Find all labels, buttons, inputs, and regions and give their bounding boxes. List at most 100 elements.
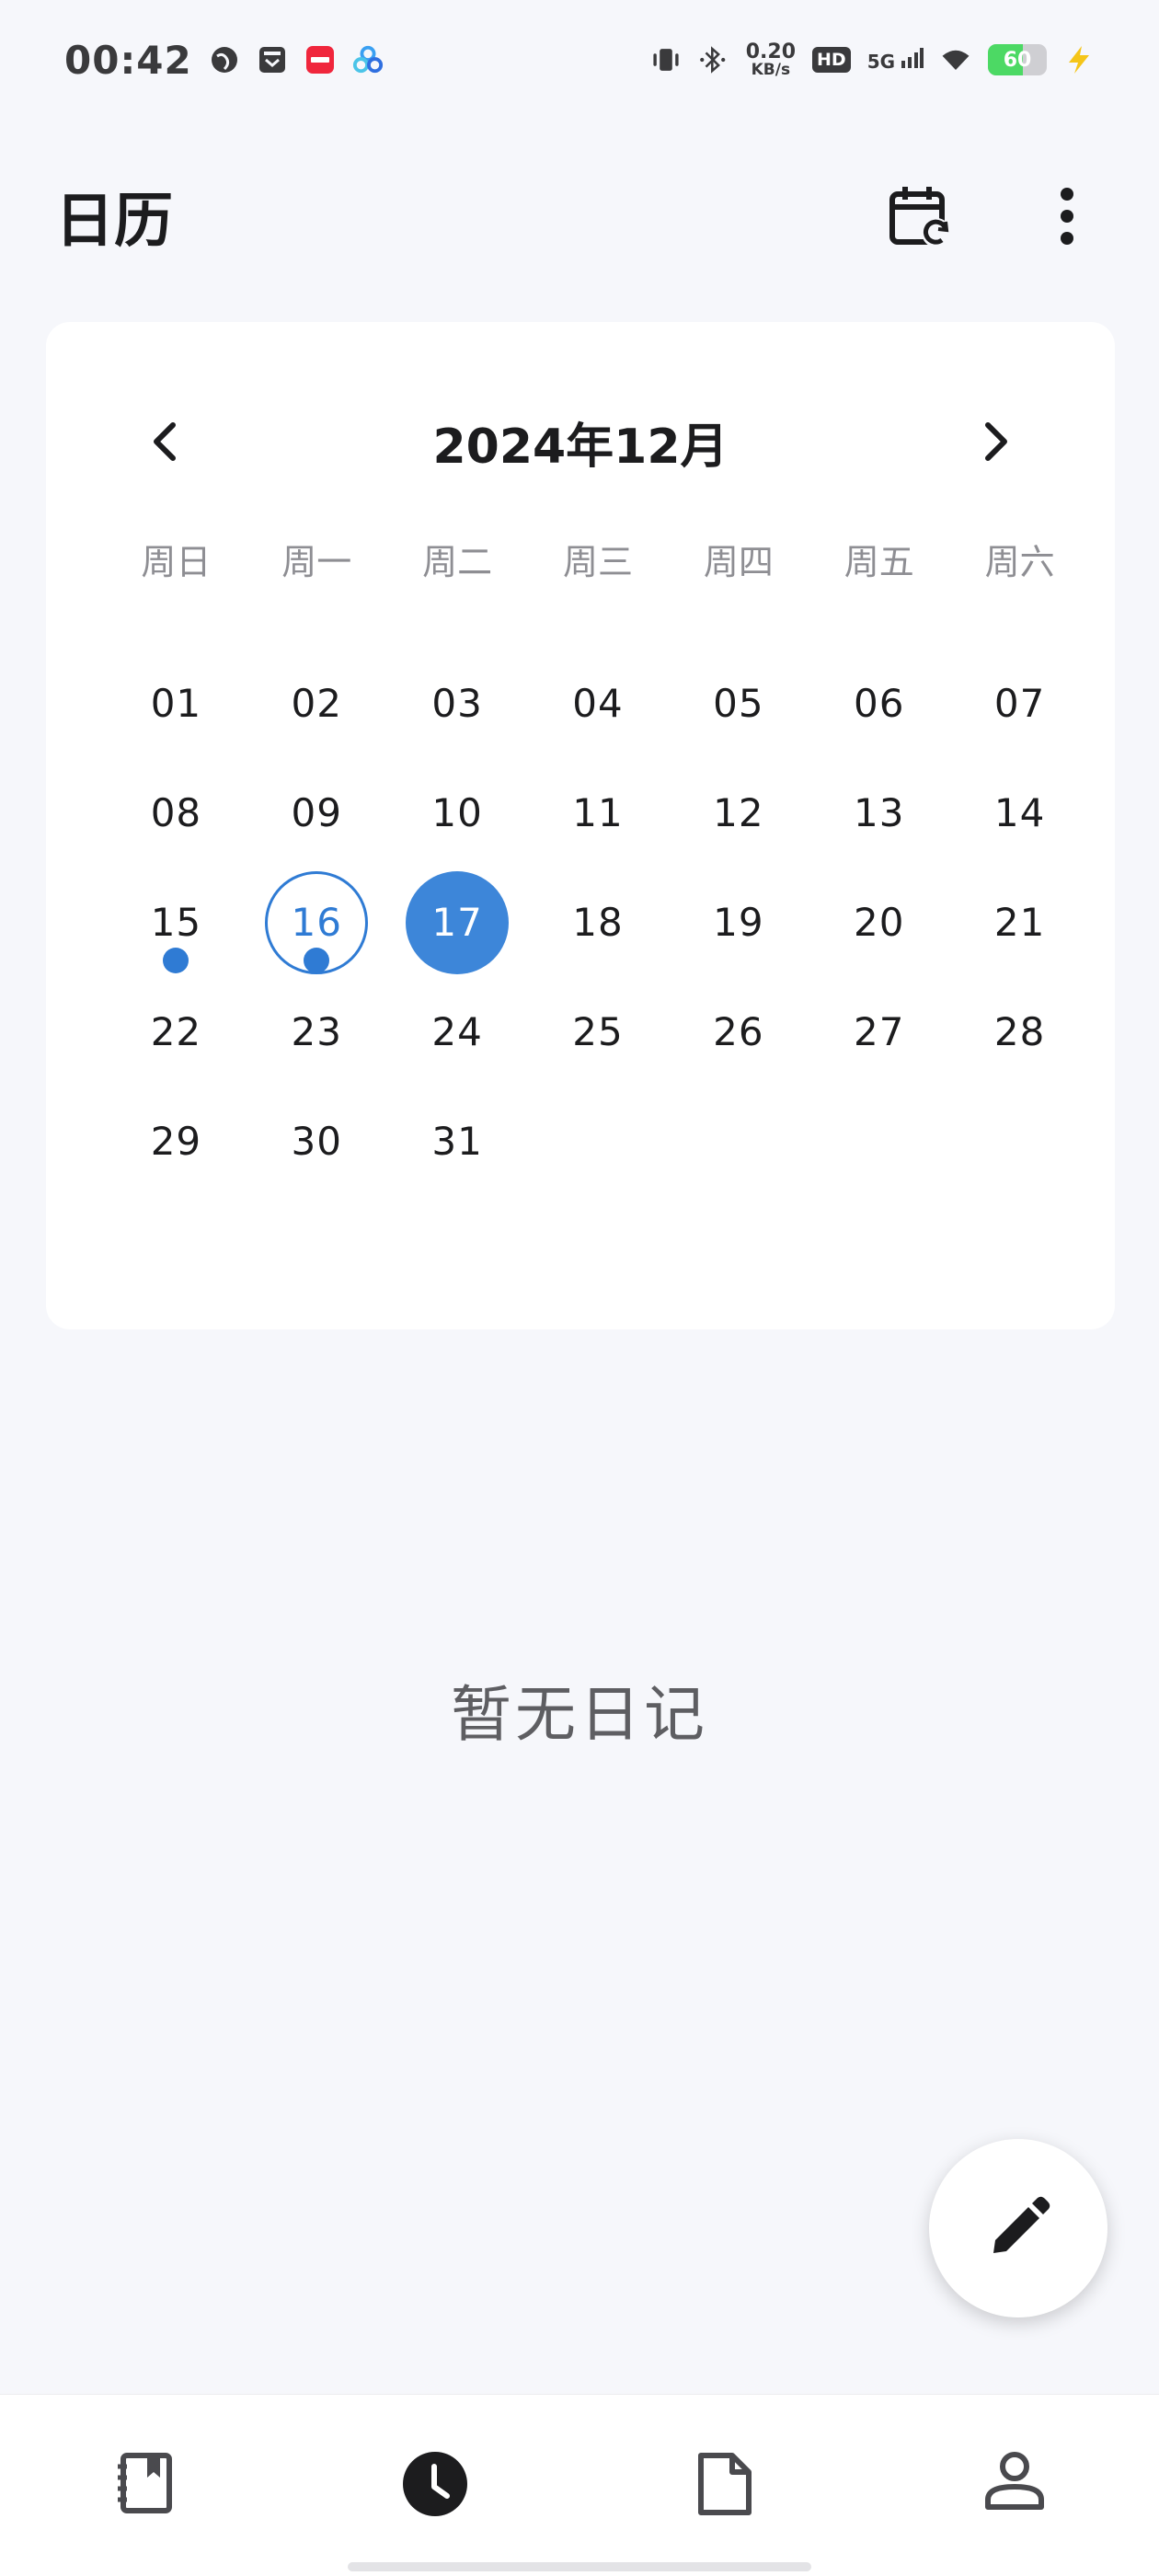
day-cell[interactable]: 11 — [528, 758, 669, 868]
day-cell[interactable]: 09 — [247, 758, 387, 868]
day-cell[interactable]: 20 — [809, 868, 949, 977]
day-number: 16 — [291, 900, 342, 945]
month-label[interactable]: 2024年12月 — [432, 408, 728, 477]
app-notification-icon — [304, 44, 336, 75]
day-cell[interactable]: 24 — [387, 977, 528, 1087]
prev-month-button[interactable] — [129, 405, 202, 478]
inbox-icon — [257, 44, 288, 75]
day-cell[interactable]: 03 — [387, 649, 528, 758]
day-cell[interactable]: 02 — [247, 649, 387, 758]
new-diary-button[interactable] — [929, 2139, 1107, 2317]
app-header: 日历 — [0, 156, 1159, 276]
bottom-navigation — [0, 2394, 1159, 2576]
day-number: 27 — [853, 1009, 905, 1054]
network-type: 5G — [866, 47, 924, 73]
day-number: 01 — [150, 681, 202, 726]
day-number: 04 — [572, 681, 624, 726]
day-number: 25 — [572, 1009, 624, 1054]
day-cell[interactable]: 17 — [387, 868, 528, 977]
day-cell[interactable]: 29 — [106, 1087, 247, 1196]
day-cell[interactable]: 22 — [106, 977, 247, 1087]
day-number: 18 — [572, 900, 624, 945]
more-options-button[interactable] — [1030, 179, 1104, 253]
day-number: 08 — [150, 790, 202, 835]
calendar-screen: 00:42 0.20 KB/s HD 5G 60 日历 2024年12月 周日 … — [0, 0, 1159, 2576]
clock-icon — [402, 2452, 467, 2516]
day-number: 14 — [993, 790, 1046, 835]
day-cell[interactable]: 26 — [668, 977, 809, 1087]
day-cell[interactable]: 01 — [106, 649, 247, 758]
day-number: 21 — [993, 900, 1046, 945]
weekday-label: 周六 — [984, 542, 1055, 582]
day-number: 24 — [431, 1009, 483, 1054]
signal-icon — [901, 47, 924, 68]
weekday-header: 周日 周一 周二 周三 周四 周五 周六 — [106, 534, 1090, 584]
entry-indicator-dot — [163, 948, 189, 973]
status-left: 00:42 — [64, 38, 384, 83]
network-speed: 0.20 KB/s — [745, 40, 796, 79]
day-number: 22 — [150, 1009, 202, 1054]
day-cell[interactable]: 06 — [809, 649, 949, 758]
day-number: 31 — [431, 1119, 483, 1164]
charging-bolt-icon — [1063, 44, 1095, 75]
calendar-sync-icon — [889, 187, 951, 247]
day-cell[interactable]: 18 — [528, 868, 669, 977]
nav-profile[interactable] — [869, 2395, 1159, 2576]
day-cell[interactable]: 04 — [528, 649, 669, 758]
day-cell[interactable]: 23 — [247, 977, 387, 1087]
header-actions — [883, 179, 1104, 253]
weekday-label: 周三 — [562, 542, 633, 582]
weekday-label: 周日 — [141, 542, 212, 582]
day-number: 19 — [713, 900, 764, 945]
day-cell[interactable]: 07 — [949, 649, 1090, 758]
network-type-label: 5G — [866, 50, 896, 73]
globe-icon — [209, 44, 240, 75]
edit-pencil-icon — [993, 2196, 1050, 2253]
day-number: 07 — [993, 681, 1046, 726]
day-cell[interactable]: 21 — [949, 868, 1090, 977]
network-speed-unit: KB/s — [751, 60, 791, 79]
day-cell[interactable]: 31 — [387, 1087, 528, 1196]
day-cell[interactable]: 08 — [106, 758, 247, 868]
empty-diary-message: 暂无日记 — [451, 1679, 708, 1750]
next-month-button[interactable] — [958, 405, 1032, 478]
chevron-left-icon — [154, 422, 176, 461]
day-number: 10 — [431, 790, 483, 835]
day-number: 02 — [291, 681, 342, 726]
nav-documents[interactable] — [580, 2395, 869, 2576]
day-number: 13 — [853, 790, 905, 835]
chevron-right-icon — [985, 422, 1007, 461]
day-number: 09 — [291, 790, 342, 835]
document-icon — [697, 2453, 752, 2515]
vibrate-icon — [650, 44, 682, 75]
network-speed-value: 0.20 — [745, 40, 796, 63]
day-number: 23 — [291, 1009, 342, 1054]
day-cell[interactable]: 12 — [668, 758, 809, 868]
month-navigation: 2024年12月 — [46, 386, 1115, 497]
day-cell[interactable]: 30 — [247, 1087, 387, 1196]
weekday-label: 周一 — [281, 542, 352, 582]
day-number: 06 — [853, 681, 905, 726]
day-cell[interactable]: 27 — [809, 977, 949, 1087]
day-cell[interactable]: 14 — [949, 758, 1090, 868]
nav-calendar-timeline[interactable] — [290, 2395, 580, 2576]
weekday-label: 周四 — [703, 542, 774, 582]
day-cell[interactable]: 05 — [668, 649, 809, 758]
day-number: 11 — [572, 790, 624, 835]
day-cell[interactable]: 10 — [387, 758, 528, 868]
day-cell[interactable]: 25 — [528, 977, 669, 1087]
status-time: 00:42 — [64, 37, 192, 83]
day-cell[interactable]: 15 — [106, 868, 247, 977]
calendar-sync-button[interactable] — [883, 179, 957, 253]
day-number: 17 — [431, 900, 483, 945]
day-number: 12 — [713, 790, 764, 835]
home-indicator[interactable] — [348, 2562, 811, 2571]
day-cell[interactable]: 19 — [668, 868, 809, 977]
nav-diary[interactable] — [0, 2395, 290, 2576]
day-number: 28 — [993, 1009, 1046, 1054]
day-cell[interactable]: 28 — [949, 977, 1090, 1087]
day-cell[interactable]: 13 — [809, 758, 949, 868]
day-cell[interactable]: 16 — [247, 868, 387, 977]
status-right: 0.20 KB/s HD 5G 60 — [650, 40, 1095, 79]
page-title: 日历 — [55, 188, 173, 256]
